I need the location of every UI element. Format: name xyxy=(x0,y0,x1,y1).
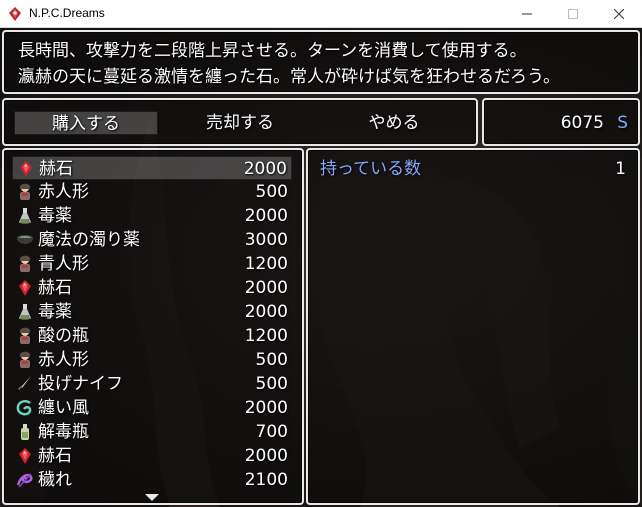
buy-command[interactable]: 購入する xyxy=(14,111,158,135)
item-price: 2000 xyxy=(244,398,288,418)
status-window: 持っている数 1 xyxy=(306,148,640,505)
owned-count-value: 1 xyxy=(615,159,626,179)
shop-item-row[interactable]: 魔法の濁り薬 3000 xyxy=(12,228,292,252)
item-name: 纏い風 xyxy=(38,398,89,418)
item-price: 2000 xyxy=(243,159,287,179)
shop-item-row[interactable]: 青人形 1200 xyxy=(12,252,292,276)
window-title: N.P.C.Dreams xyxy=(29,6,105,20)
shop-item-row[interactable]: 赫石 2000 xyxy=(12,156,292,180)
game-screen: 長時間、攻撃力を二段階上昇させる。ターンを消費して使用する。 瀛赫の天に蔓延る激… xyxy=(0,28,642,507)
item-name: 赫石 xyxy=(38,446,72,466)
shop-item-row[interactable]: 赤人形 500 xyxy=(12,180,292,204)
shop-item-row[interactable]: 穢れ 2100 xyxy=(12,468,292,492)
maximize-icon xyxy=(568,9,578,19)
game-app-icon xyxy=(9,7,21,21)
item-price: 3000 xyxy=(244,230,288,250)
item-name: 赫石 xyxy=(39,159,73,179)
owned-count-label: 持っている数 xyxy=(320,159,422,179)
red-gem-icon xyxy=(19,280,31,296)
item-name: 魔法の濁り薬 xyxy=(38,230,140,250)
minimize-button[interactable] xyxy=(504,0,550,28)
item-price: 1200 xyxy=(244,254,288,274)
flask-icon xyxy=(19,208,31,224)
scroll-down-arrow[interactable] xyxy=(145,494,159,501)
game-window: N.P.C.Dreams 長時間、攻撃力を二段階上昇させる。ターンを消費して使用… xyxy=(0,0,642,507)
maximize-button[interactable] xyxy=(550,0,596,28)
help-text-line-1: 長時間、攻撃力を二段階上昇させる。ターンを消費して使用する。 xyxy=(18,41,527,61)
sell-command[interactable]: 売却する xyxy=(168,111,312,135)
red-gem-icon xyxy=(19,448,31,464)
item-price: 2100 xyxy=(244,470,288,490)
shop-item-row[interactable]: 纏い風 2000 xyxy=(12,396,292,420)
help-text-line-2: 瀛赫の天に蔓延る激情を纏った石。常人が砕けば気を狂わせるだろう。 xyxy=(18,67,560,87)
item-price: 2000 xyxy=(244,446,288,466)
close-button[interactable] xyxy=(596,0,642,28)
shop-item-row[interactable]: 酸の瓶 1200 xyxy=(12,324,292,348)
item-name: 赫石 xyxy=(38,278,72,298)
item-name: 青人形 xyxy=(38,254,89,274)
shop-item-row[interactable]: 毒薬 2000 xyxy=(12,204,292,228)
item-name: 毒薬 xyxy=(38,302,72,322)
shop-item-row[interactable]: 赫石 2000 xyxy=(12,276,292,300)
item-name: 毒薬 xyxy=(38,206,72,226)
purple-swirl-icon xyxy=(16,473,33,488)
item-name: 酸の瓶 xyxy=(38,326,89,346)
knife-icon xyxy=(17,376,31,391)
item-price: 2000 xyxy=(244,206,288,226)
item-price: 2000 xyxy=(244,278,288,298)
close-icon xyxy=(614,9,624,19)
title-bar: N.P.C.Dreams xyxy=(0,0,642,28)
item-price: 1200 xyxy=(244,326,288,346)
item-list-window: 赫石 2000 赤人形 500 毒薬 2000 魔法の濁り薬 3000 青人形 1200 赫石 200… xyxy=(2,148,304,505)
item-price: 500 xyxy=(255,350,288,370)
command-window: 購入する 売却する やめる xyxy=(2,98,478,146)
cauldron-icon xyxy=(17,235,33,244)
doll-icon xyxy=(20,327,30,344)
item-price: 2000 xyxy=(244,302,288,322)
item-price: 700 xyxy=(255,422,288,442)
bottle-icon xyxy=(21,424,29,440)
shop-item-row[interactable]: 毒薬 2000 xyxy=(12,300,292,324)
item-name: 投げナイフ xyxy=(38,374,123,394)
doll-icon xyxy=(20,255,30,272)
wind-icon xyxy=(16,400,32,416)
help-window: 長時間、攻撃力を二段階上昇させる。ターンを消費して使用する。 瀛赫の天に蔓延る激… xyxy=(2,30,640,94)
buy-command-label: 購入する xyxy=(52,114,120,134)
item-name: 赤人形 xyxy=(38,350,89,370)
item-name: 解毒瓶 xyxy=(38,422,89,442)
cancel-command-label: やめる xyxy=(368,113,420,133)
item-price: 500 xyxy=(255,182,288,202)
item-price: 500 xyxy=(255,374,288,394)
flask-icon xyxy=(19,304,31,320)
shop-item-row[interactable]: 解毒瓶 700 xyxy=(12,420,292,444)
item-name: 穢れ xyxy=(38,470,72,490)
item-name: 赤人形 xyxy=(38,182,89,202)
doll-icon xyxy=(20,183,30,200)
doll-icon xyxy=(20,351,30,368)
shop-item-row[interactable]: 投げナイフ 500 xyxy=(12,372,292,396)
minimize-icon xyxy=(522,13,532,15)
currency-unit: S xyxy=(617,113,628,133)
cancel-command[interactable]: やめる xyxy=(322,111,466,135)
gold-amount: 6075 xyxy=(560,113,604,133)
shop-item-row[interactable]: 赫石 2000 xyxy=(12,444,292,468)
red-gem-icon xyxy=(20,161,32,177)
sell-command-label: 売却する xyxy=(206,113,274,133)
gold-window: 6075 S xyxy=(482,98,640,146)
shop-item-row[interactable]: 赤人形 500 xyxy=(12,348,292,372)
